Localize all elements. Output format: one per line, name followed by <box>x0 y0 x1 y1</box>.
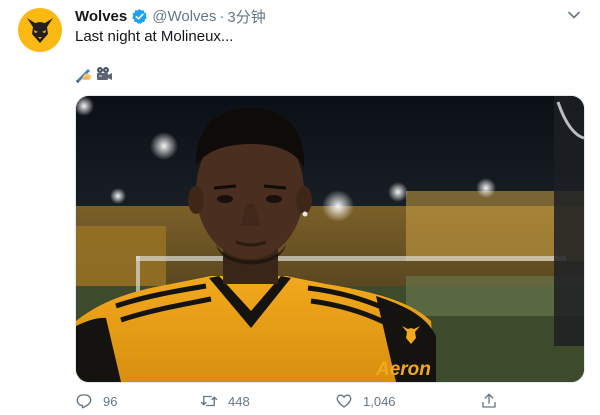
separator-dot: · <box>219 7 225 25</box>
share-button[interactable] <box>480 390 498 412</box>
reply-button[interactable]: 96 <box>75 390 117 412</box>
wolves-crest-icon <box>398 321 424 347</box>
emoji-line <box>75 64 113 84</box>
handle[interactable]: @Wolves <box>152 8 216 25</box>
wolves-logo-icon <box>18 8 62 52</box>
tweet-video[interactable]: Aeron <box>75 95 585 383</box>
tweet-card[interactable]: Wolves @Wolves · 3分钟 Last night at Molin… <box>0 0 600 415</box>
tweet-header: Wolves @Wolves · 3分钟 <box>75 6 266 26</box>
video-frame-image: Aeron <box>76 96 584 382</box>
like-button[interactable]: 1,046 <box>335 390 396 412</box>
reply-icon <box>76 394 92 409</box>
tweet-actions: 96 448 1,046 <box>75 390 525 412</box>
writing-hand-emoji-icon <box>76 69 92 83</box>
chevron-down-icon[interactable] <box>566 7 582 23</box>
heart-icon <box>336 394 352 408</box>
retweet-count: 448 <box>228 393 250 409</box>
display-name[interactable]: Wolves <box>75 8 127 25</box>
movie-camera-emoji-icon <box>97 67 112 80</box>
verified-badge-icon <box>132 8 147 24</box>
tweet-text: Last night at Molineux... <box>75 28 234 45</box>
timestamp[interactable]: 3分钟 <box>227 6 265 27</box>
retweet-icon <box>200 395 218 407</box>
like-count: 1,046 <box>363 393 396 409</box>
reply-count: 96 <box>103 393 118 409</box>
share-icon <box>482 393 496 408</box>
avatar[interactable] <box>18 8 62 52</box>
retweet-button[interactable]: 448 <box>200 390 250 412</box>
shirt-sponsor-text: Aeron <box>375 359 431 380</box>
